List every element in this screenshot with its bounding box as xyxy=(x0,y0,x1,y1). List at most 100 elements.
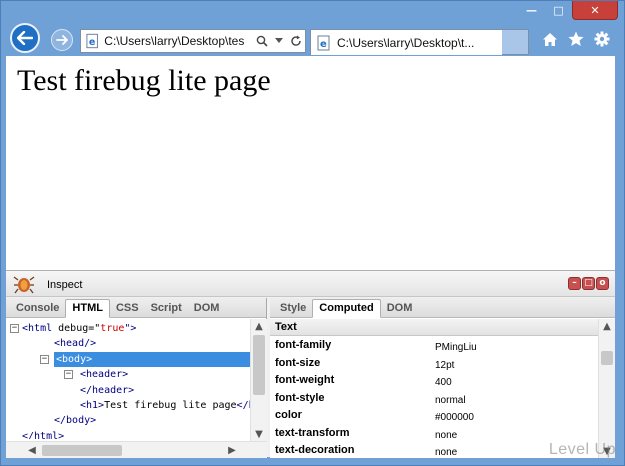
tab-title: C:\Users\larry\Desktop\t... xyxy=(337,35,475,50)
property-value: 400 xyxy=(435,377,452,388)
node-text: true xyxy=(100,323,125,334)
toolbar-right-icons xyxy=(540,29,612,49)
left-tab-dom[interactable]: DOM xyxy=(188,297,226,317)
node-text: Test firebug lite page xyxy=(104,400,237,411)
scroll-up-arrow-icon[interactable]: ▲ xyxy=(599,319,615,333)
property-value: none xyxy=(435,429,458,441)
scroll-right-arrow-icon[interactable]: ▶ xyxy=(224,442,240,458)
expand-toggle-icon[interactable]: − xyxy=(10,324,19,333)
property-name: color xyxy=(275,409,302,421)
back-button[interactable] xyxy=(10,23,40,53)
firebug-newwindow-icon[interactable]: □ xyxy=(582,277,595,290)
property-value: #000000 xyxy=(435,412,474,423)
node-text: html xyxy=(28,323,53,334)
scroll-thumb[interactable] xyxy=(601,351,613,365)
node-text: </body> xyxy=(54,415,97,427)
html-tree-node[interactable]: </html> xyxy=(22,429,64,439)
svg-text:e: e xyxy=(89,37,96,48)
html-tree-node[interactable]: <body> xyxy=(54,351,250,367)
html-tree-node[interactable]: <header> xyxy=(80,367,128,382)
left-tab-console[interactable]: Console xyxy=(10,297,65,317)
page-heading: Test firebug lite page xyxy=(17,64,271,97)
scroll-left-arrow-icon[interactable]: ◀ xyxy=(24,442,40,458)
left-tab-html[interactable]: HTML xyxy=(65,299,110,318)
ie-page-icon: e xyxy=(86,33,98,49)
dropdown-arrow-icon[interactable] xyxy=(271,32,288,50)
html-tree-hscrollbar[interactable]: ◀ ▶ xyxy=(6,441,267,458)
property-value: none xyxy=(435,447,458,458)
back-icon xyxy=(17,31,33,45)
firebug-minimize-icon[interactable]: – xyxy=(568,277,581,290)
right-tab-computed[interactable]: Computed xyxy=(312,299,381,318)
left-tab-script[interactable]: Script xyxy=(145,297,188,317)
right-tab-style[interactable]: Style xyxy=(274,297,312,317)
forward-button[interactable] xyxy=(51,29,73,51)
svg-text:e: e xyxy=(320,39,327,50)
browser-tab[interactable]: e C:\Users\larry\Desktop\t... xyxy=(310,29,529,55)
scroll-down-arrow-icon[interactable]: ▼ xyxy=(251,427,267,441)
html-tree: − <html debug="true"> <head/> − <body> − <head… xyxy=(6,319,250,439)
address-bar[interactable]: e C:\Users\larry\Desktop\tes xyxy=(80,29,306,53)
property-name: text-decoration xyxy=(275,444,355,456)
address-text[interactable]: C:\Users\larry\Desktop\tes xyxy=(104,34,253,48)
home-icon[interactable] xyxy=(540,29,560,49)
computed-property-row: font-size 12pt xyxy=(275,357,595,374)
firebug-toolbar: Inspect – □ o xyxy=(6,271,615,297)
expand-toggle-icon[interactable]: − xyxy=(40,354,49,364)
page-content: Test firebug lite page xyxy=(6,56,615,270)
html-tree-vscrollbar[interactable]: ▲ ▼ xyxy=(250,319,267,441)
html-tree-node[interactable]: </header> xyxy=(80,383,134,398)
expand-toggle-icon[interactable]: − xyxy=(64,370,73,380)
scroll-thumb[interactable] xyxy=(42,445,122,456)
scroll-up-arrow-icon[interactable]: ▲ xyxy=(251,319,267,333)
computed-properties: font-family PMingLiu font-size 12pt font-wei… xyxy=(270,337,598,458)
right-tab-strip: Style Computed DOM xyxy=(270,298,615,318)
close-button[interactable]: ✕ xyxy=(572,1,618,20)
refresh-icon[interactable] xyxy=(288,32,305,50)
firebug-close-icon[interactable]: o xyxy=(596,277,609,290)
property-name: text-transform xyxy=(275,426,350,439)
firebug-lite-panel: Inspect – □ o Console HTML CSS Script DOM − <… xyxy=(6,270,615,458)
forward-icon xyxy=(56,35,68,45)
computed-property-row: font-family PMingLiu xyxy=(275,339,595,356)
watermark: Level Up xyxy=(548,441,616,458)
node-text: <header> xyxy=(80,369,129,381)
html-tree-node[interactable]: <head/> xyxy=(54,336,96,351)
html-tree-node[interactable]: </body> xyxy=(54,413,96,428)
favorites-star-icon[interactable] xyxy=(566,29,586,49)
computed-property-row: text-decoration none xyxy=(275,444,595,458)
node-text: <head/> xyxy=(54,338,97,350)
html-panel: Console HTML CSS Script DOM − <html debug="tr… xyxy=(6,298,267,458)
ie-page-icon: e xyxy=(317,35,330,50)
property-name: font-style xyxy=(275,391,325,404)
property-name: font-weight xyxy=(275,374,335,386)
computed-section-header[interactable]: Text xyxy=(270,319,598,336)
minimize-button[interactable]: — xyxy=(518,1,545,20)
inspect-button[interactable]: Inspect xyxy=(47,279,82,291)
browser-window: — □ ✕ e C:\Users\larry\Desktop\tes e C:\… xyxy=(0,0,625,466)
new-tab-button[interactable] xyxy=(502,29,529,55)
firebug-logo-icon[interactable] xyxy=(13,274,35,294)
computed-property-row: font-style normal xyxy=(275,392,595,409)
html-tree-node[interactable]: <html debug="true"> xyxy=(22,321,136,336)
side-panel: Style Computed DOM Text font-family PMingLi… xyxy=(270,298,615,458)
property-name: font-family xyxy=(275,339,332,351)
property-value: PMingLiu xyxy=(435,342,477,353)
left-tab-css[interactable]: CSS xyxy=(110,297,145,317)
right-tab-dom[interactable]: DOM xyxy=(381,297,419,317)
node-text: =" xyxy=(88,323,101,334)
maximize-button[interactable]: □ xyxy=(545,1,572,20)
html-tree-node[interactable]: <h1>Test firebug lite page</h1 xyxy=(80,398,250,413)
computed-vscrollbar[interactable]: ▲ ▼ xyxy=(598,319,615,458)
title-bar: — □ ✕ xyxy=(1,1,624,23)
computed-property-row: color #000000 xyxy=(275,409,595,426)
node-text: debug xyxy=(52,323,89,334)
window-controls: — □ ✕ xyxy=(518,1,618,20)
scroll-thumb[interactable] xyxy=(253,335,265,395)
search-icon[interactable] xyxy=(253,32,270,50)
property-value: 12pt xyxy=(435,359,455,371)
node-text: <h1> xyxy=(80,400,105,411)
settings-gear-icon[interactable] xyxy=(592,29,612,49)
browser-toolbar: e C:\Users\larry\Desktop\tes e C:\Users\… xyxy=(1,23,624,56)
left-tab-strip: Console HTML CSS Script DOM xyxy=(6,298,266,318)
